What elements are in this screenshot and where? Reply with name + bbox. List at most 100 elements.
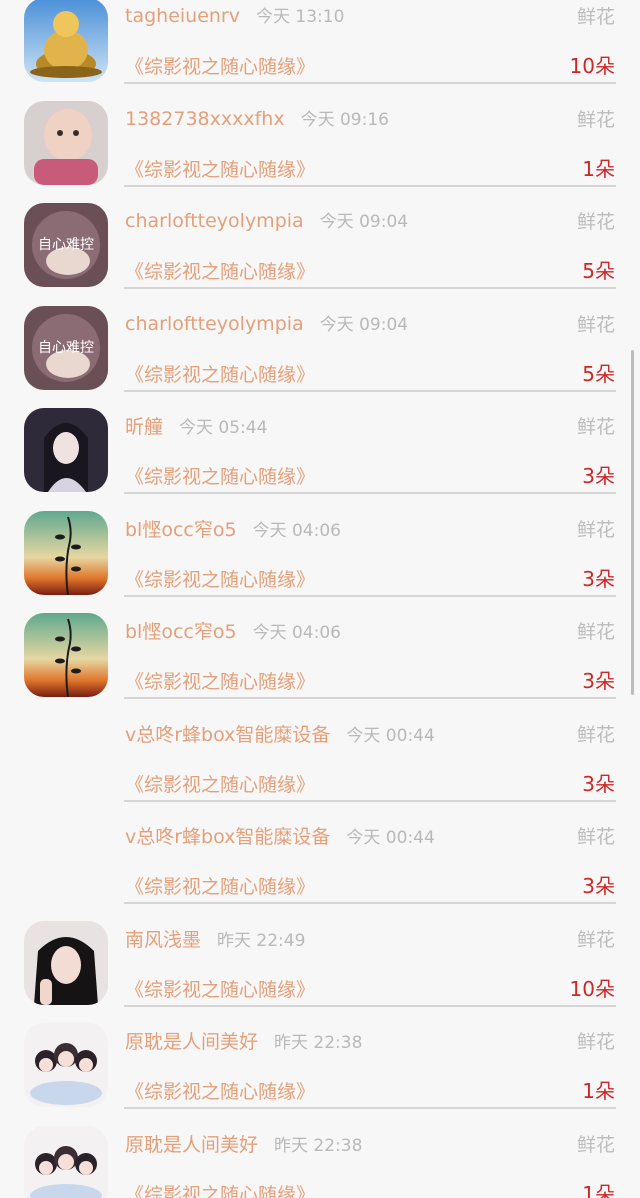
sender-name-text[interactable]: 1382738xxxxfhx <box>125 108 285 130</box>
sender-name[interactable]: 昕艟 今天 05:44 <box>125 412 267 439</box>
girl-photo-avatar[interactable] <box>24 920 108 1005</box>
book-title-link[interactable]: 《综影视之随心随缘》 <box>125 975 315 1002</box>
gift-record-row[interactable]: 自心难控 charloftteyolympia 今天 09:04 鲜花《综影视之随心随… <box>0 305 640 409</box>
flower-count: 3朵 <box>582 464 615 488</box>
sender-name-text[interactable]: 原耽是人间美好 <box>125 1134 258 1156</box>
gift-record-row[interactable]: bl悭occ窄o5 今天 04:06 鲜花 《综影视之随心随缘》 3朵 <box>0 510 640 614</box>
sender-name[interactable]: 原耽是人间美好 昨天 22:38 <box>125 1027 362 1054</box>
sender-name-text[interactable]: 原耽是人间美好 <box>125 1031 258 1053</box>
flower-count: 10朵 <box>569 54 615 78</box>
flower-count: 3朵 <box>582 566 615 591</box>
timestamp: 今天 13:10 <box>256 7 345 27</box>
gift-type: 鲜花 <box>576 211 615 233</box>
gift-record-row[interactable]: 原耽是人间美好 昨天 22:38 鲜花《综影视之随心随缘》 1朵 <box>0 1125 640 1198</box>
gift-record-row[interactable]: v总咚r蜂box智能糜设备 今天 00:44 鲜花《综影视之随心随缘》 3朵 <box>0 818 640 921</box>
timestamp: 今天 00:44 <box>346 828 435 848</box>
gift-type: 鲜花 <box>576 313 615 336</box>
row-divider <box>124 1004 616 1007</box>
book-title-link[interactable]: 《综影视之随心随缘》 <box>125 770 315 797</box>
sender-name-text[interactable]: bl悭occ窄o5 <box>125 519 237 541</box>
flower-count: 1朵 <box>582 1079 615 1103</box>
gift-record-row[interactable]: tagheiuenrv 今天 13:10 鲜花《综影视之随心随缘》 10朵 <box>0 0 640 101</box>
timestamp: 昨天 22:38 <box>274 1135 363 1156</box>
book-title-link[interactable]: 《综影视之随心随缘》 <box>125 360 315 387</box>
gift-type: 鲜花 <box>576 6 615 28</box>
sender-name-text[interactable]: bl悭occ窄o5 <box>125 621 237 643</box>
buddha-avatar[interactable] <box>24 0 108 82</box>
flower-count: 5朵 <box>582 361 615 386</box>
flower-count: 3朵 <box>582 669 615 693</box>
sender-name-text[interactable]: 昕艟 <box>125 416 163 438</box>
avatar-caption: 自心难控 <box>38 340 94 356</box>
book-title-link[interactable]: 《综影视之随心随缘》 <box>125 872 315 899</box>
sender-name[interactable]: v总咚r蜂box智能糜设备 今天 00:44 <box>125 720 435 747</box>
chibi-group-avatar[interactable] <box>24 1023 108 1107</box>
sender-name[interactable]: v总咚r蜂box智能糜设备 今天 00:44 <box>125 822 435 849</box>
gift-type: 鲜花 <box>576 1133 615 1156</box>
book-title-link[interactable]: 《综影视之随心随缘》 <box>125 1077 315 1104</box>
gift-type: 鲜花 <box>576 1031 615 1053</box>
book-title-link[interactable]: 《综影视之随心随缘》 <box>125 155 315 182</box>
gift-type: 鲜花 <box>576 928 615 951</box>
gift-type: 鲜花 <box>576 108 615 131</box>
row-divider <box>124 389 616 392</box>
sender-name-text[interactable]: 南风浅墨 <box>125 929 201 951</box>
book-title-link[interactable]: 《综影视之随心随缘》 <box>125 52 315 79</box>
gift-record-row[interactable]: v总咚r蜂box智能糜设备 今天 00:44 鲜花 《综影视之随心随缘》 3朵 <box>0 716 640 819</box>
gift-record-row[interactable]: 南风浅墨 昨天 22:49 鲜花 《综影视之随心随缘》 10朵 <box>0 920 640 1024</box>
sender-name-text[interactable]: charloftteyolympia <box>125 313 304 335</box>
timestamp: 今天 09:04 <box>319 212 409 232</box>
gift-record-row[interactable]: bl悭occ窄o5 今天 04:06 鲜花《综影视之随心随缘》 3朵 <box>0 613 640 716</box>
anime-avatar[interactable] <box>24 408 108 492</box>
timestamp: 今天 04:06 <box>252 520 341 541</box>
sender-name-text[interactable]: v总咚r蜂box智能糜设备 <box>125 826 330 848</box>
row-divider <box>124 82 616 84</box>
text-avatar[interactable]: 自心难控 <box>24 203 108 287</box>
gift-type: 鲜花 <box>576 826 615 848</box>
book-title-link[interactable]: 《综影视之随心随缘》 <box>125 462 315 489</box>
timestamp: 昨天 22:49 <box>217 930 306 951</box>
row-divider <box>124 287 616 289</box>
row-divider <box>124 1107 616 1109</box>
gift-type: 鲜花 <box>576 416 615 438</box>
book-title-link[interactable]: 《综影视之随心随缘》 <box>125 1180 315 1198</box>
flower-count: 3朵 <box>582 874 615 898</box>
timestamp: 今天 05:44 <box>179 418 268 438</box>
text-avatar[interactable]: 自心难控 <box>24 305 108 390</box>
sunset-plant-avatar[interactable] <box>24 510 108 595</box>
sender-name[interactable]: charloftteyolympia 今天 09:04 <box>125 310 408 335</box>
gift-record-row[interactable]: 昕艟 今天 05:44 鲜花《综影视之随心随缘》 3朵 <box>0 408 640 511</box>
sender-name[interactable]: bl悭occ窄o5 今天 04:06 <box>125 617 341 644</box>
gift-type: 鲜花 <box>576 621 615 643</box>
sender-name[interactable]: bl悭occ窄o5 今天 04:06 <box>125 515 341 542</box>
sender-name-text[interactable]: charloftteyolympia <box>125 210 304 232</box>
sunset-plant-avatar[interactable] <box>24 613 108 697</box>
flower-gift-list[interactable]: tagheiuenrv 今天 13:10 鲜花 《综影视之随心随缘》 10朵 138273… <box>0 0 640 1198</box>
baby-avatar[interactable] <box>24 100 108 185</box>
flower-count: 1朵 <box>582 1181 615 1198</box>
avatar-caption: 自心难控 <box>38 237 94 253</box>
timestamp: 今天 09:04 <box>319 314 409 335</box>
timestamp: 今天 00:44 <box>346 725 435 746</box>
gift-record-row[interactable]: 原耽是人间美好 昨天 22:38 鲜花《综影视之随心随缘》 1朵 <box>0 1023 640 1126</box>
sender-name-text[interactable]: v总咚r蜂box智能糜设备 <box>125 724 330 746</box>
row-divider <box>124 799 616 802</box>
chibi-group-avatar[interactable] <box>24 1125 108 1198</box>
sender-name[interactable]: 南风浅墨 昨天 22:49 <box>125 925 305 952</box>
timestamp: 昨天 22:38 <box>274 1033 363 1053</box>
gift-record-row[interactable]: 自心难控 charloftteyolympia 今天 09:04 鲜花《综影视之随心随… <box>0 203 640 306</box>
book-title-link[interactable]: 《综影视之随心随缘》 <box>125 565 315 592</box>
gift-record-row[interactable]: 1382738xxxxfhx 今天 09:16 鲜花 《综影视之随心随缘》 1朵 <box>0 100 640 204</box>
timestamp: 今天 04:06 <box>252 623 341 643</box>
sender-name[interactable]: 1382738xxxxfhx 今天 09:16 <box>125 105 389 130</box>
row-divider <box>124 902 616 904</box>
sender-name[interactable]: charloftteyolympia 今天 09:04 <box>125 207 408 232</box>
gift-type: 鲜花 <box>576 723 615 746</box>
book-title-link[interactable]: 《综影视之随心随缘》 <box>125 257 315 284</box>
book-title-link[interactable]: 《综影视之随心随缘》 <box>125 667 315 694</box>
sender-name[interactable]: 原耽是人间美好 昨天 22:38 <box>125 1130 362 1157</box>
flower-count: 5朵 <box>582 259 615 283</box>
sender-name-text[interactable]: tagheiuenrv <box>125 5 240 27</box>
row-divider <box>124 594 616 597</box>
sender-name[interactable]: tagheiuenrv 今天 13:10 <box>125 2 344 27</box>
